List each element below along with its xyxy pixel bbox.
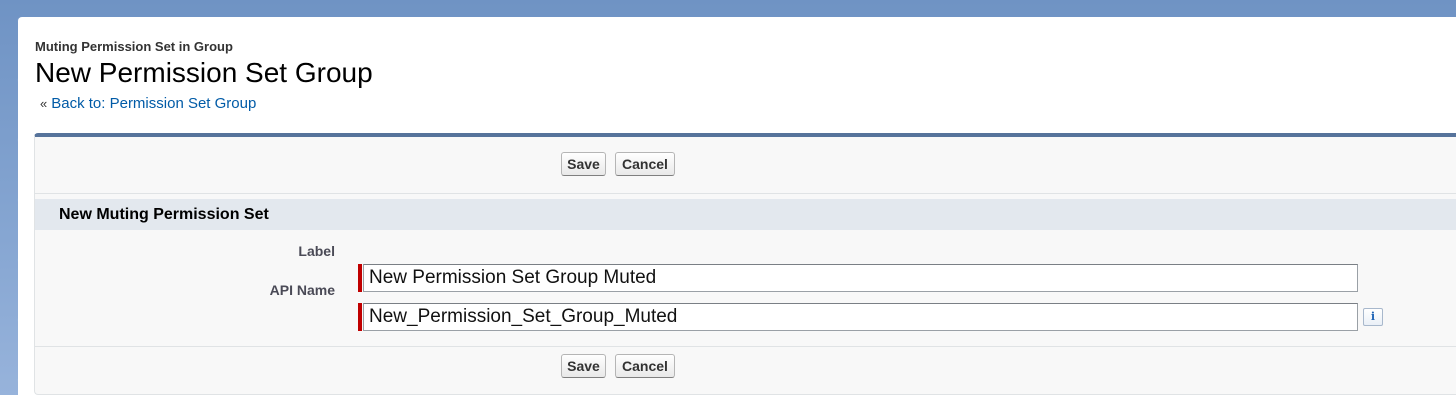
- info-icon[interactable]: i: [1363, 308, 1383, 326]
- api-name-field-label: API Name: [269, 282, 335, 298]
- page-subtitle: Muting Permission Set in Group: [35, 39, 233, 54]
- back-link[interactable]: Back to: Permission Set Group: [51, 95, 256, 112]
- label-input[interactable]: [363, 264, 1358, 292]
- edit-panel: Save Cancel New Muting Permission Set La…: [34, 133, 1456, 395]
- cancel-button[interactable]: Cancel: [615, 354, 675, 378]
- label-required-indicator: [358, 264, 362, 292]
- breadcrumb: «Back to: Permission Set Group: [40, 95, 256, 112]
- section-title: New Muting Permission Set: [59, 206, 269, 223]
- section-header: New Muting Permission Set: [35, 199, 1456, 230]
- save-button[interactable]: Save: [561, 152, 606, 176]
- divider: [35, 346, 1456, 347]
- page-title: New Permission Set Group: [35, 57, 373, 88]
- cancel-button[interactable]: Cancel: [615, 152, 675, 176]
- top-button-row: Save Cancel: [35, 152, 1456, 176]
- bottom-button-row: Save Cancel: [35, 354, 1456, 378]
- api-name-required-indicator: [358, 303, 362, 331]
- api-name-input[interactable]: [363, 303, 1358, 331]
- save-button[interactable]: Save: [561, 354, 606, 378]
- double-chevron-left-icon: «: [40, 96, 48, 111]
- page-header: Muting Permission Set in Group New Permi…: [35, 39, 373, 89]
- page-container: Muting Permission Set in Group New Permi…: [18, 17, 1456, 395]
- divider: [35, 193, 1456, 194]
- label-field-label: Label: [298, 243, 335, 259]
